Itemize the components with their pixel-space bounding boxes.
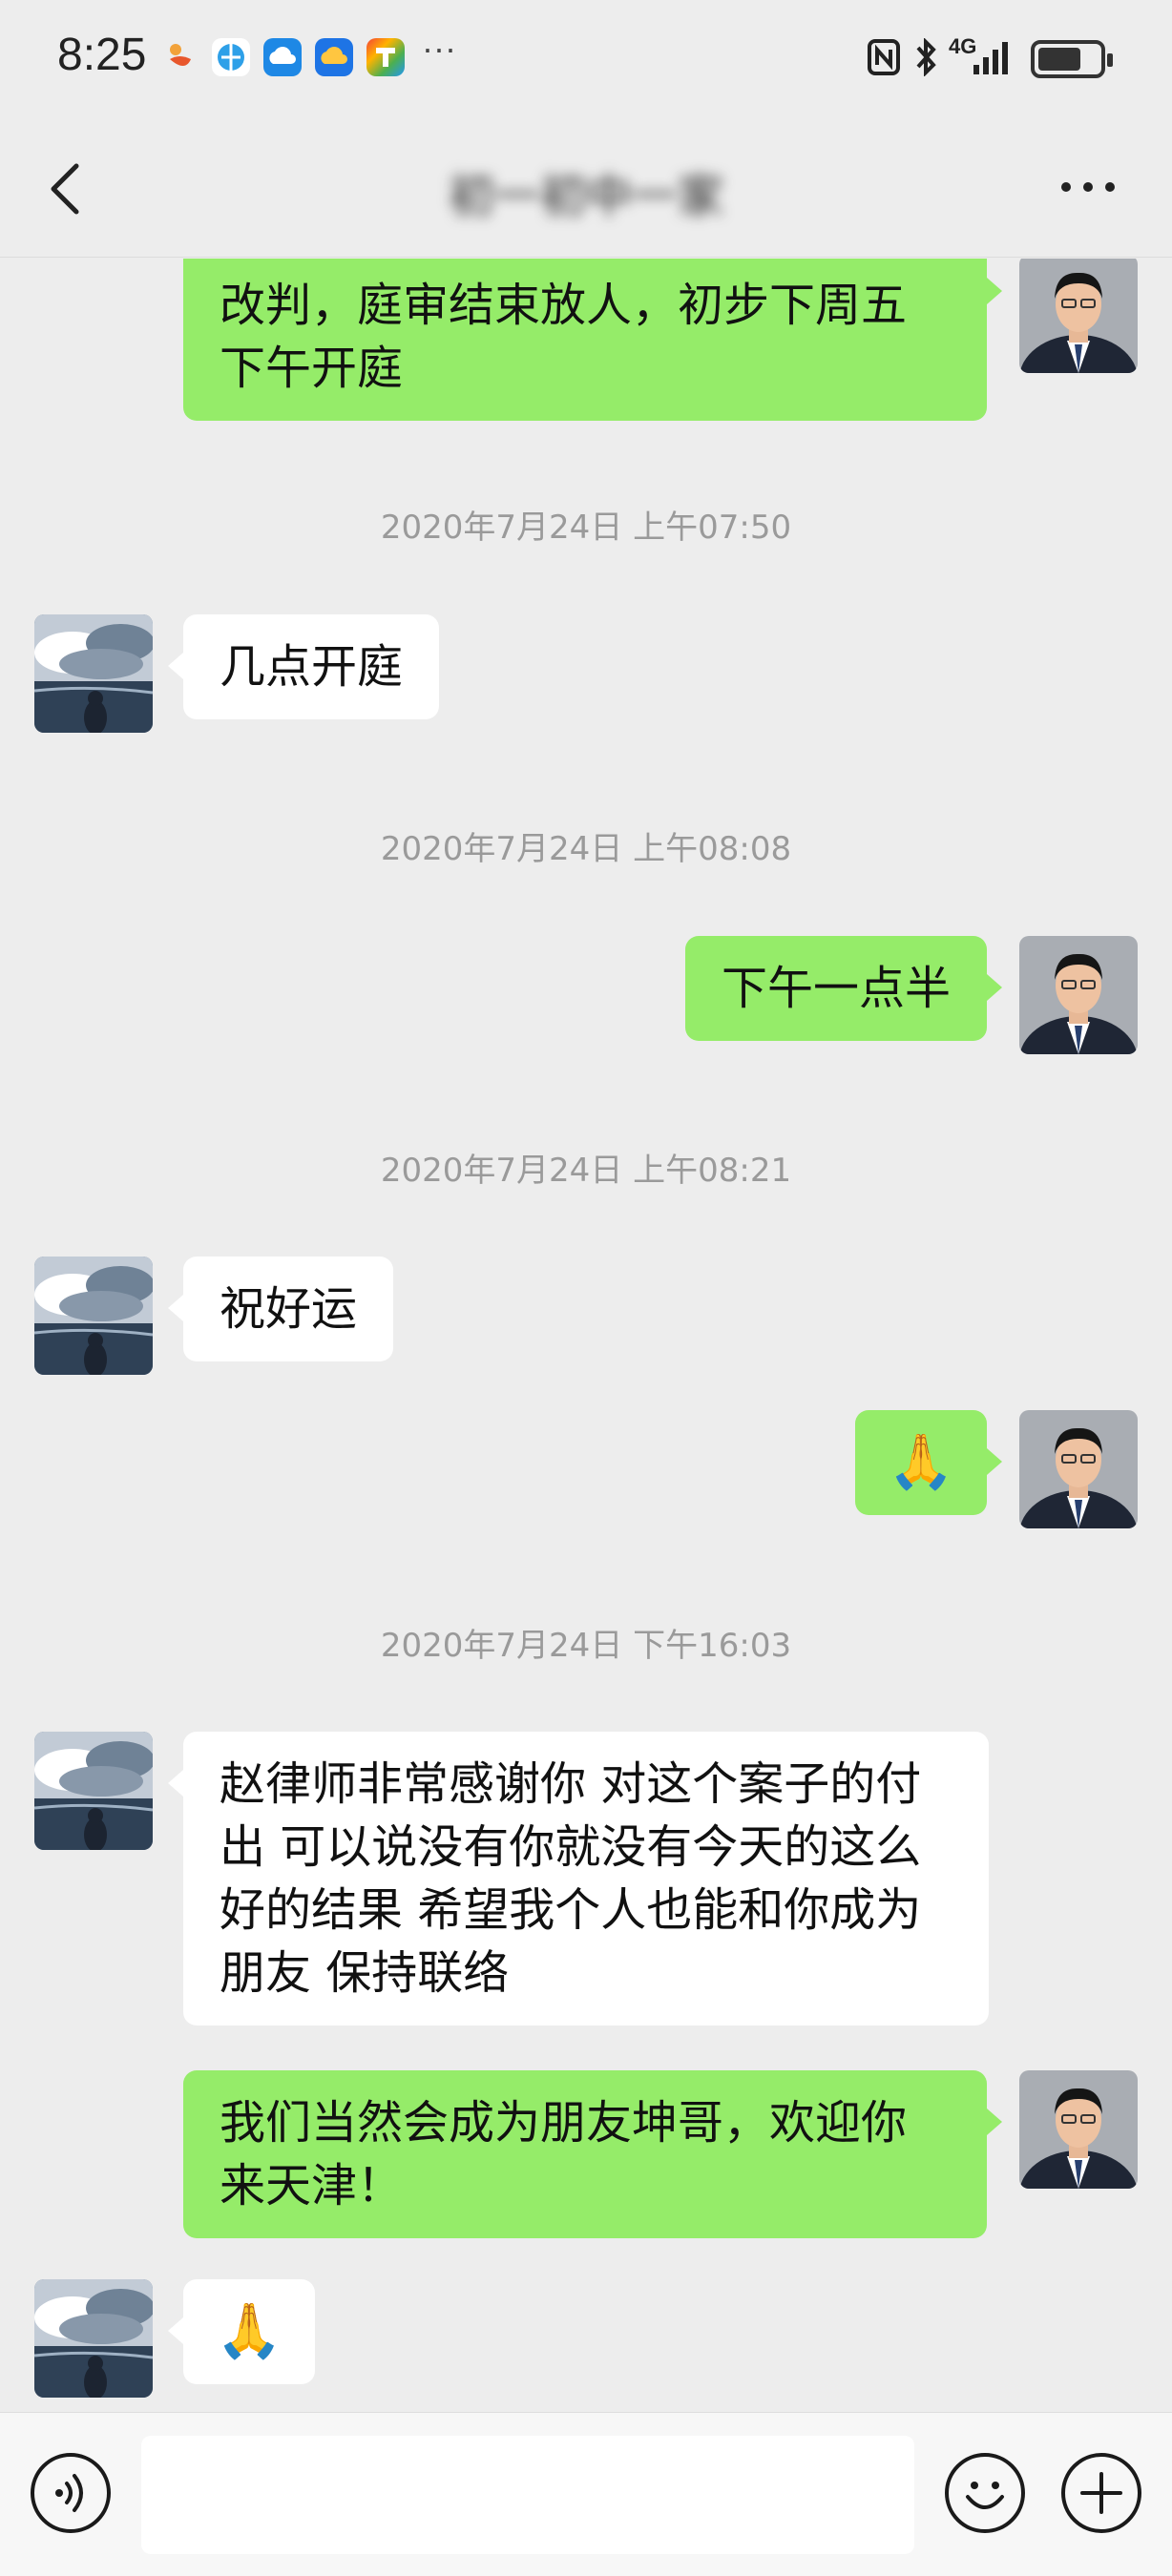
contact-avatar[interactable] xyxy=(34,2279,153,2398)
received-emoji-bubble[interactable]: 🙏 xyxy=(168,2279,315,2384)
plus-icon[interactable] xyxy=(1061,2453,1141,2533)
bluetooth-icon xyxy=(912,37,939,84)
status-overflow-dots: ··· xyxy=(422,29,456,68)
message-line: 几点开庭 xyxy=(220,640,404,694)
status-time: 8:25 xyxy=(57,30,147,80)
message-timestamp: 2020年7月24日 下午16:03 xyxy=(380,1627,792,1665)
cloud-icon xyxy=(263,38,302,76)
message-line: 改判，庭审结束放人，初步下周五 xyxy=(220,279,908,332)
chat-message-list[interactable]: 改判，庭审结束放人，初步下周五 下午开庭 2020年7月24日 上午07:50 … xyxy=(0,259,1172,2412)
chevron-left-icon[interactable] xyxy=(42,160,90,218)
my-avatar[interactable] xyxy=(1019,2070,1138,2189)
app-notification-icon xyxy=(162,38,200,76)
browser-icon xyxy=(212,38,250,76)
chat-input-bar xyxy=(0,2412,1172,2576)
message-line: 朋友 保持联络 xyxy=(220,1946,510,2000)
praying-hands-icon: 🙏 xyxy=(216,2300,283,2362)
my-avatar[interactable] xyxy=(1019,259,1138,373)
contact-avatar[interactable] xyxy=(34,1257,153,1375)
signal-icon xyxy=(970,38,1015,84)
received-message-bubble[interactable]: 几点开庭 xyxy=(167,614,440,719)
sent-message-bubble[interactable]: 下午一点半 xyxy=(684,936,1003,1041)
battery-icon xyxy=(1031,40,1113,78)
received-message-bubble[interactable]: 祝好运 xyxy=(167,1257,394,1361)
emoji-icon[interactable] xyxy=(945,2453,1025,2533)
message-line: 下午开庭 xyxy=(220,342,404,395)
contact-avatar[interactable] xyxy=(34,1732,153,1850)
received-message-bubble[interactable]: 赵律师非常感谢你 对这个案子的付 出 可以说没有你就没有今天的这么 好的结果 希… xyxy=(168,1732,989,2025)
message-line: 好的结果 希望我个人也能和你成为 xyxy=(220,1883,922,1937)
praying-hands-icon: 🙏 xyxy=(888,1431,954,1493)
my-avatar[interactable] xyxy=(1019,936,1138,1054)
voice-icon[interactable] xyxy=(31,2453,111,2533)
my-avatar[interactable] xyxy=(1019,1410,1138,1528)
sent-message-bubble[interactable]: 我们当然会成为朋友坤哥，欢迎你 来天津！ xyxy=(183,2070,1002,2238)
cloud-drive-icon xyxy=(315,38,353,76)
status-bar: 8:25 ··· 4G xyxy=(0,0,1172,113)
more-dots-icon[interactable] xyxy=(1055,168,1121,206)
message-line: 来天津！ xyxy=(220,2159,404,2212)
message-line: 祝好运 xyxy=(220,1282,358,1336)
sent-emoji-bubble[interactable]: 🙏 xyxy=(855,1410,1002,1515)
message-line: 下午一点半 xyxy=(721,962,951,1015)
message-line: 我们当然会成为朋友坤哥，欢迎你 xyxy=(220,2096,908,2150)
contact-avatar[interactable] xyxy=(34,614,153,733)
message-line: 出 可以说没有你就没有今天的这么 xyxy=(220,1820,922,1874)
chat-title: 初一初中一家 xyxy=(448,170,723,223)
colorful-app-icon xyxy=(366,38,405,76)
message-timestamp: 2020年7月24日 上午08:21 xyxy=(380,1152,792,1190)
message-timestamp: 2020年7月24日 上午07:50 xyxy=(380,509,792,547)
nfc-icon xyxy=(867,38,901,84)
chat-header: 初一初中一家 xyxy=(0,113,1172,258)
message-line: 赵律师非常感谢你 对这个案子的付 xyxy=(220,1757,922,1811)
message-input[interactable] xyxy=(141,2436,914,2554)
message-timestamp: 2020年7月24日 上午08:08 xyxy=(380,830,792,868)
sent-message-bubble[interactable]: 改判，庭审结束放人，初步下周五 下午开庭 xyxy=(183,259,1002,421)
